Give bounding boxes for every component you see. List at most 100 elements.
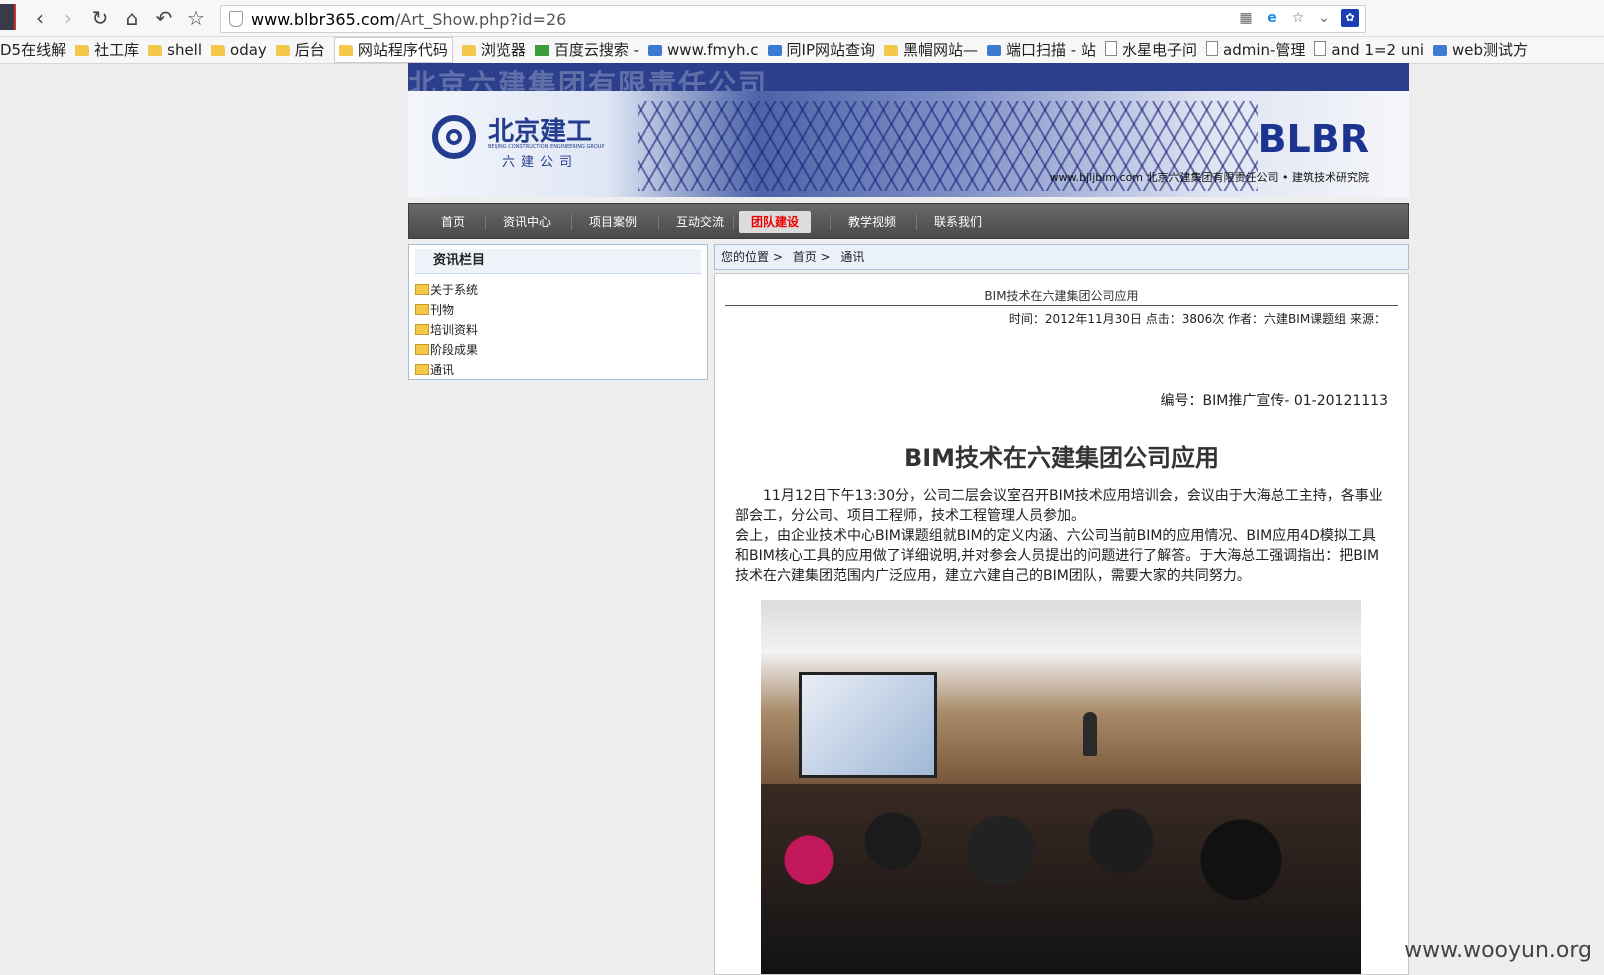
reload-icon[interactable]: ↻ xyxy=(88,6,112,30)
main-nav: 首页 资讯中心 项目案例 互动交流 团队建设 教学视频 联系我们 xyxy=(408,203,1409,239)
nav-item[interactable]: 资讯中心 xyxy=(491,211,563,233)
bookmark-item[interactable]: 网站程序代码 xyxy=(333,37,453,63)
logo-text-en: BEIJING CONSTRUCTION ENGINEERING GROUP xyxy=(488,144,605,150)
sidebar-title: 资讯栏目 xyxy=(415,249,701,274)
bookmark-label: 同IP网站查询 xyxy=(786,41,876,59)
folder-icon xyxy=(75,45,90,56)
nav-item[interactable]: 首页 xyxy=(429,211,477,233)
bookmark-item[interactable]: 百度云搜索 - xyxy=(534,37,639,63)
page-icon xyxy=(1104,41,1117,56)
folder-icon xyxy=(338,45,353,56)
back-icon[interactable]: ‹ xyxy=(28,6,52,30)
breadcrumb-current[interactable]: 通讯 xyxy=(840,250,864,264)
chevron-down-icon[interactable]: ⌄ xyxy=(1315,9,1333,27)
article-divider xyxy=(725,305,1398,306)
nav-separator xyxy=(485,214,486,230)
bookmark-label: 社工库 xyxy=(94,41,140,59)
sidebar-item[interactable]: 刊物 xyxy=(415,300,707,320)
forward-icon[interactable]: › xyxy=(56,6,80,30)
speaker-figure xyxy=(1083,712,1097,756)
baidu-paw-icon[interactable]: ✿ xyxy=(1341,9,1359,27)
bookmark-item[interactable]: D5在线解 xyxy=(0,37,66,63)
bookmark-item[interactable]: and 1=2 uni xyxy=(1314,37,1424,63)
sidebar-list: 关于系统刊物培训资料阶段成果通讯 xyxy=(415,280,707,380)
sidebar-item-label: 关于系统 xyxy=(430,283,479,297)
nav-separator xyxy=(571,214,572,230)
company-logo-icon xyxy=(432,115,476,159)
article-paragraph-2: 会上，由企业技术中心BIM课题组就BIM的定义内涵、六公司当前BIM的应用情况、… xyxy=(735,528,1380,584)
folder-icon xyxy=(275,45,290,56)
sidebar-item[interactable]: 通讯 xyxy=(415,360,707,380)
bookmark-label: 后台 xyxy=(294,41,325,59)
article-panel: BIM技术在六建集团公司应用 时间：2012年11月30日 点击：3806次 作… xyxy=(714,273,1409,975)
nav-separator xyxy=(733,214,734,230)
bookmark-item[interactable]: 黑帽网站— xyxy=(884,37,978,63)
projector-screen xyxy=(799,672,937,778)
url-text[interactable]: www.blbr365.com/Art_Show.php?id=26 xyxy=(251,10,566,29)
bookmark-item[interactable]: admin-管理 xyxy=(1206,37,1305,63)
folder-icon xyxy=(148,45,163,56)
folder-icon xyxy=(884,45,899,56)
folder-icon xyxy=(415,324,429,335)
folder-icon xyxy=(211,45,226,56)
bookmark-label: shell xyxy=(167,41,203,59)
folder-icon xyxy=(415,364,429,375)
sidebar-item[interactable]: 关于系统 xyxy=(415,280,707,300)
logo-subtitle: 六建公司 xyxy=(502,155,579,170)
site-container: 北京六建集团有限责任公司 北京建工 BEIJING CONSTRUCTION E… xyxy=(408,63,1409,975)
banner-ghost-text: 北京六建集团有限责任公司 xyxy=(408,68,769,91)
sidebar-item-label: 刊物 xyxy=(430,303,455,317)
bookmark-item[interactable]: shell xyxy=(148,37,202,63)
bookmark-item[interactable]: www.fmyh.c xyxy=(648,37,759,63)
bookmark-star-icon[interactable]: ☆ xyxy=(184,6,208,30)
app-icon xyxy=(648,45,663,56)
article-meta: 时间：2012年11月30日 点击：3806次 作者：六建BIM课题组 来源： xyxy=(1008,312,1386,326)
bookmark-item[interactable]: 后台 xyxy=(275,37,325,63)
nav-item[interactable]: 团队建设 xyxy=(739,211,812,233)
folder-icon xyxy=(415,344,429,355)
bookmark-label: and 1=2 uni xyxy=(1331,41,1425,59)
watermark: www.wooyun.org xyxy=(1404,938,1592,963)
bookmark-item[interactable]: oday xyxy=(211,37,267,63)
bookmark-label: D5在线解 xyxy=(0,41,67,59)
sidebar-panel: 资讯栏目 关于系统刊物培训资料阶段成果通讯 xyxy=(408,244,708,380)
bookmark-item[interactable]: 水星电子问 xyxy=(1104,37,1197,63)
home-icon[interactable]: ⌂ xyxy=(120,6,144,30)
nav-item[interactable]: 项目案例 xyxy=(577,211,649,233)
folder-icon xyxy=(461,45,476,56)
article-paragraph-1: 11月12日下午13:30分，公司二层会议室召开BIM技术应用培训会，会议由于大… xyxy=(735,488,1383,524)
bookmark-label: 网站程序代码 xyxy=(357,41,448,59)
bookmark-item[interactable]: 浏览器 xyxy=(461,37,526,63)
banner-slogan: www.bjljbim.com 北京六建集团有限责任公司 • 建筑技术研究院 xyxy=(1049,171,1369,184)
undo-icon[interactable]: ↶ xyxy=(152,6,176,30)
bookmark-label: 浏览器 xyxy=(480,41,526,59)
address-bar[interactable]: www.blbr365.com/Art_Show.php?id=26 ▦ e ☆… xyxy=(220,5,1366,33)
sidebar-item-label: 通讯 xyxy=(430,363,455,377)
page-icon xyxy=(1314,41,1327,56)
tab-favicon-icon[interactable] xyxy=(0,4,16,30)
breadcrumb-home-link[interactable]: 首页 > xyxy=(793,250,831,264)
nav-item[interactable]: 教学视频 xyxy=(836,211,908,233)
bookmark-item[interactable]: 端口扫描 - 站 xyxy=(987,37,1096,63)
bookmark-item[interactable]: 社工库 xyxy=(75,37,139,63)
nav-item[interactable]: 联系我们 xyxy=(922,211,994,233)
nav-separator xyxy=(658,214,659,230)
folder-icon xyxy=(415,284,429,295)
app-icon xyxy=(1433,45,1448,56)
sidebar-item[interactable]: 培训资料 xyxy=(415,320,707,340)
bookmark-label: 端口扫描 - 站 xyxy=(1006,41,1096,59)
nav-item[interactable]: 互动交流 xyxy=(664,211,736,233)
article-header-title: BIM技术在六建集团公司应用 xyxy=(984,289,1139,303)
favorite-star-icon[interactable]: ☆ xyxy=(1289,9,1307,27)
folder-icon xyxy=(415,304,429,315)
qr-code-icon[interactable]: ▦ xyxy=(1237,9,1255,27)
browser-toolbar: ‹ › ↻ ⌂ ↶ ☆ www.blbr365.com/Art_Show.php… xyxy=(0,0,1604,37)
article-code: 编号：BIM推广宣传- 01-20121113 xyxy=(1160,393,1388,409)
sidebar-item[interactable]: 阶段成果 xyxy=(415,340,707,360)
breadcrumb-prefix: 您的位置 > xyxy=(721,250,783,264)
ie-icon[interactable]: e xyxy=(1263,9,1281,27)
article-title: BIM技术在六建集团公司应用 xyxy=(903,444,1220,472)
bookmark-item[interactable]: 同IP网站查询 xyxy=(767,37,876,63)
bookmark-item[interactable]: web测试方 xyxy=(1433,37,1528,63)
sidebar-item-label: 培训资料 xyxy=(430,323,479,337)
